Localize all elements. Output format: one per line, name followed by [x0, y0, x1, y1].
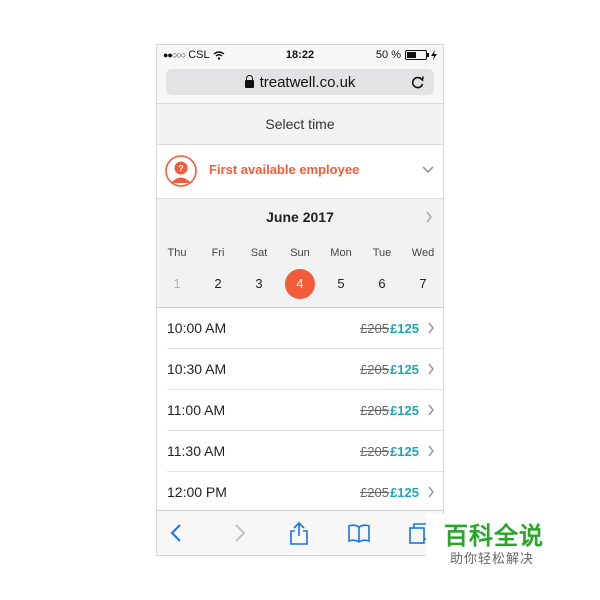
time-slot[interactable]: 12:00 PM £205 £125: [167, 472, 443, 513]
browser-toolbar: [157, 510, 443, 555]
time-slot[interactable]: 10:30 AM £205 £125: [167, 349, 443, 390]
slot-new-price: £125: [390, 321, 419, 336]
page-header: Select time: [157, 104, 443, 145]
chevron-right-icon: [428, 322, 434, 334]
weekday-label: Thu: [167, 247, 187, 259]
time-slot-list: 10:00 AM £205 £125 10:30 AM £205 £125 11…: [157, 308, 443, 513]
svg-text:?: ?: [178, 164, 184, 174]
month-label: June 2017: [266, 209, 334, 225]
date-cell[interactable]: 5: [326, 269, 356, 299]
slot-new-price: £125: [390, 485, 419, 500]
weekday-row: Thu Fri Sat Sun Mon Tue Wed: [157, 247, 443, 261]
watermark: 百科全说 助你轻松解决: [426, 514, 566, 572]
calendar: June 2017 Thu Fri Sat Sun Mon Tue Wed 1 …: [157, 199, 443, 308]
date-row: 1 2 3 4 5 6 7: [157, 269, 443, 299]
employee-label: First available employee: [209, 162, 360, 177]
battery-percentage: 50 %: [375, 49, 401, 61]
url-text: treatwell.co.uk: [259, 73, 356, 91]
employee-selector[interactable]: ? First available employee: [157, 145, 443, 199]
address-bar[interactable]: treatwell.co.uk: [166, 69, 434, 95]
share-icon[interactable]: [287, 521, 311, 545]
slot-old-price: £205: [360, 403, 389, 418]
time-slot[interactable]: 11:30 AM £205 £125: [167, 431, 443, 472]
status-bar: ●●○○○ CSL 18:22 50 %: [157, 45, 443, 65]
weekday-label: Sun: [290, 247, 310, 259]
slot-new-price: £125: [390, 362, 419, 377]
slot-time: 11:30 AM: [167, 443, 226, 459]
date-cell[interactable]: 6: [367, 269, 397, 299]
slot-time: 10:00 AM: [167, 320, 227, 336]
chevron-right-icon: [428, 363, 434, 375]
watermark-title: 百科全说: [444, 523, 544, 550]
slot-old-price: £205: [360, 485, 389, 500]
slot-time: 10:30 AM: [167, 361, 227, 377]
slot-old-price: £205: [360, 362, 389, 377]
phone-screen: ●●○○○ CSL 18:22 50 % treatwell.co.uk Sel…: [156, 44, 444, 556]
date-cell[interactable]: 2: [203, 269, 233, 299]
bookmarks-icon[interactable]: [347, 521, 371, 545]
slot-new-price: £125: [390, 444, 419, 459]
slot-old-price: £205: [360, 444, 389, 459]
charging-icon: [431, 50, 437, 60]
employee-question-icon: ?: [165, 155, 197, 187]
reload-icon[interactable]: [410, 74, 426, 90]
time-slot[interactable]: 11:00 AM £205 £125: [167, 390, 443, 431]
page-title: Select time: [265, 116, 335, 132]
weekday-label: Sat: [250, 247, 268, 259]
watermark-subtitle: 助你轻松解决: [450, 551, 535, 566]
weekday-label: Wed: [411, 247, 435, 259]
date-cell[interactable]: 7: [408, 269, 438, 299]
lock-icon: [244, 75, 254, 88]
chevron-down-icon: [422, 166, 434, 174]
forward-icon[interactable]: [227, 521, 251, 545]
weekday-label: Tue: [372, 247, 392, 259]
slot-time: 11:00 AM: [167, 402, 226, 418]
weekday-label: Mon: [330, 247, 352, 259]
time-slot[interactable]: 10:00 AM £205 £125: [167, 308, 443, 349]
browser-address-area: treatwell.co.uk: [157, 65, 443, 104]
next-month-chevron-icon[interactable]: [425, 211, 433, 223]
slot-time: 12:00 PM: [167, 484, 227, 500]
battery-icon: [405, 50, 429, 60]
weekday-label: Fri: [211, 247, 225, 259]
slot-old-price: £205: [360, 321, 389, 336]
back-icon[interactable]: [165, 521, 189, 545]
date-cell[interactable]: 3: [244, 269, 274, 299]
date-cell: 1: [173, 276, 181, 291]
chevron-right-icon: [428, 445, 434, 457]
date-cell-selected[interactable]: 4: [285, 269, 315, 299]
chevron-right-icon: [428, 404, 434, 416]
chevron-right-icon: [428, 486, 434, 498]
slot-new-price: £125: [390, 403, 419, 418]
